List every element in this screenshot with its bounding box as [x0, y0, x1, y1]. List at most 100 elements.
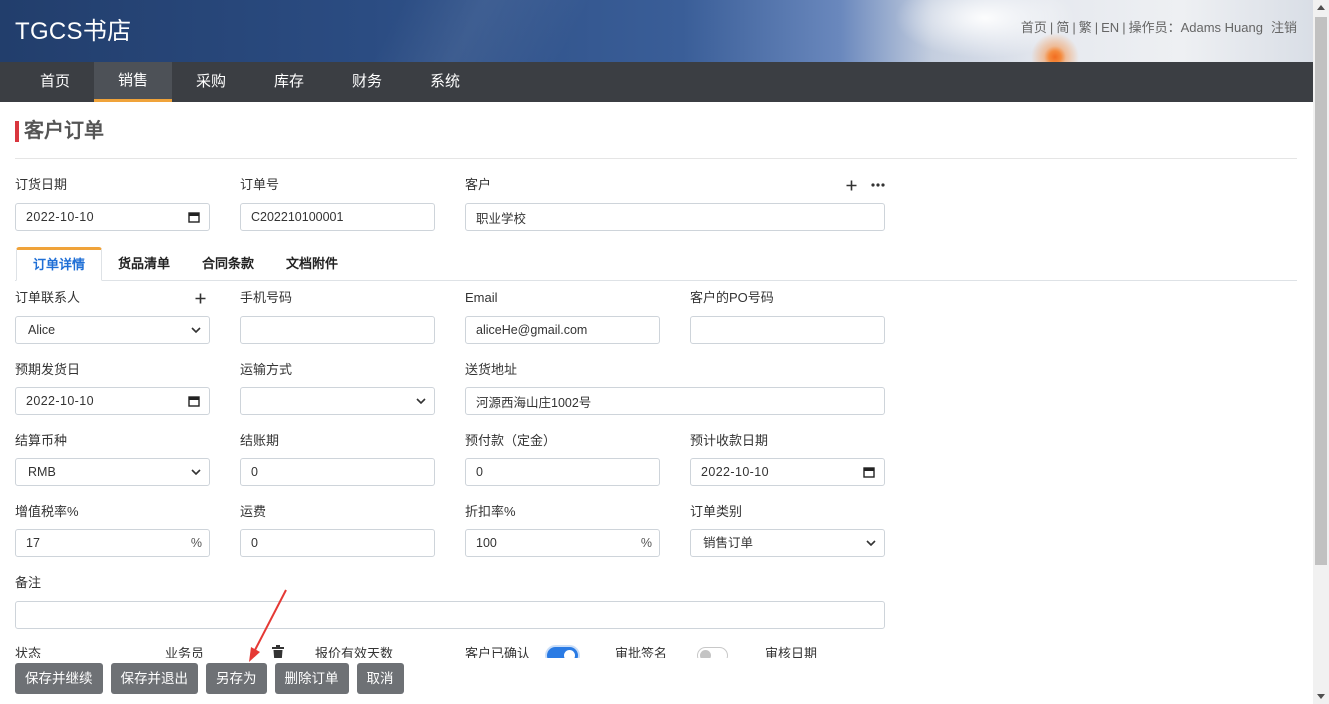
logout-link[interactable]: 注销	[1271, 20, 1297, 35]
expected-receipt-date-input[interactable]	[690, 458, 885, 486]
app-header: TGCS书店 首页 | 简 | 繁 | EN | 操作员：Adams Huang 注销	[0, 0, 1313, 62]
discount-rate-field: %	[465, 529, 660, 557]
vat-rate-label: 增值税率%	[15, 504, 79, 519]
cancel-button[interactable]: 取消	[356, 663, 404, 694]
mobile-input[interactable]	[240, 316, 435, 344]
order-type-select[interactable]: 销售订单	[690, 529, 885, 557]
status-label: 状态	[15, 646, 42, 658]
top-link-separator: |	[1072, 20, 1076, 35]
top-link-separator: |	[1122, 20, 1126, 35]
tab-order-details[interactable]: 订单详情	[16, 247, 103, 281]
nav-item-inventory[interactable]: 库存	[250, 62, 328, 102]
nav-item-home[interactable]: 首页	[16, 62, 94, 102]
calendar-icon[interactable]	[188, 211, 200, 223]
vat-rate-input[interactable]	[15, 529, 210, 557]
calendar-icon[interactable]	[863, 466, 875, 478]
approval-signature-toggle[interactable]	[697, 647, 728, 658]
approval-signature-label: 审批签名	[615, 646, 668, 658]
delivery-address-label: 送货地址	[465, 362, 518, 377]
scrollbar-thumb[interactable]	[1315, 17, 1327, 565]
plus-icon[interactable]	[846, 180, 857, 191]
expected-receipt-date-field	[690, 458, 885, 486]
shipping-method-field	[240, 387, 435, 415]
mobile-field	[240, 316, 435, 344]
expected-ship-date-label: 预期发货日	[15, 362, 81, 377]
lang-english-link[interactable]: EN	[1101, 20, 1119, 35]
discount-rate-label: 折扣率%	[465, 504, 516, 519]
order-form: 客户订单 订货日期 订单号 客户 订单详情 货品清单 合同条款 文档附件 订单联…	[0, 102, 1313, 658]
prepayment-input[interactable]	[465, 458, 660, 486]
delivery-address-input[interactable]	[465, 387, 885, 415]
app-title: TGCS书店	[15, 18, 132, 45]
order-no-label: 订单号	[240, 177, 280, 192]
freight-field	[240, 529, 435, 557]
app-window: TGCS书店 首页 | 简 | 繁 | EN | 操作员：Adams Huang 注销 首页 销售…	[0, 0, 1313, 704]
operator-label: 操作员：	[1128, 20, 1181, 35]
freight-label: 运费	[240, 504, 267, 519]
delivery-address-field	[465, 387, 885, 415]
order-date-field	[15, 203, 210, 231]
tab-item-list[interactable]: 货品清单	[102, 247, 186, 281]
customer-confirmed-toggle[interactable]	[547, 647, 578, 658]
action-bar: 保存并继续 保存并退出 另存为 删除订单 取消	[0, 658, 1313, 704]
lang-simplified-link[interactable]: 简	[1056, 20, 1069, 35]
discount-rate-input[interactable]	[465, 529, 660, 557]
review-date-label: 审核日期	[765, 646, 818, 658]
remark-field	[15, 601, 885, 629]
toggle-knob	[700, 650, 711, 658]
scroll-up-arrow-icon[interactable]	[1317, 5, 1325, 10]
freight-input[interactable]	[240, 529, 435, 557]
chevron-down-icon	[191, 327, 201, 333]
payment-term-input[interactable]	[240, 458, 435, 486]
customer-confirmed-label: 客户已确认	[465, 646, 531, 658]
payment-term-field	[240, 458, 435, 486]
email-input[interactable]	[465, 316, 660, 344]
save-exit-button[interactable]: 保存并退出	[110, 663, 198, 694]
vat-rate-field: %	[15, 529, 210, 557]
top-links: 首页 | 简 | 繁 | EN | 操作员：Adams Huang 注销	[1021, 19, 1297, 37]
save-continue-button[interactable]: 保存并继续	[15, 663, 103, 694]
scroll-down-arrow-icon[interactable]	[1317, 694, 1325, 699]
delete-order-button[interactable]: 删除订单	[274, 663, 349, 694]
shipping-method-label: 运输方式	[240, 362, 293, 377]
page-title-marker	[15, 121, 19, 142]
contact-select[interactable]: Alice	[15, 316, 210, 344]
email-field	[465, 316, 660, 344]
main-nav: 首页 销售 采购 库存 财务 系统	[0, 62, 1313, 102]
order-tabs: 订单详情 货品清单 合同条款 文档附件	[15, 247, 1297, 281]
shipping-method-select[interactable]	[240, 387, 435, 415]
order-no-input[interactable]	[240, 203, 435, 231]
top-link-separator: |	[1094, 20, 1099, 35]
top-link-home[interactable]: 首页	[1021, 20, 1047, 35]
nav-item-finance[interactable]: 财务	[328, 62, 406, 102]
calendar-icon[interactable]	[188, 395, 200, 407]
nav-item-sales[interactable]: 销售	[94, 62, 172, 102]
currency-select[interactable]: RMB	[15, 458, 210, 486]
chevron-down-icon	[416, 398, 426, 404]
order-type-field: 销售订单	[690, 529, 885, 557]
tab-attachments[interactable]: 文档附件	[270, 247, 354, 281]
contact-field: Alice	[15, 316, 210, 344]
save-as-button[interactable]: 另存为	[206, 663, 267, 694]
expected-ship-date-input[interactable]	[15, 387, 210, 415]
nav-item-system[interactable]: 系统	[406, 62, 484, 102]
trash-icon[interactable]	[272, 645, 284, 658]
percent-suffix: %	[190, 536, 202, 550]
email-label: Email	[465, 290, 498, 305]
tab-contract-terms[interactable]: 合同条款	[186, 247, 270, 281]
action-buttons: 保存并继续 保存并退出 另存为 删除订单 取消	[15, 663, 404, 694]
payment-term-label: 结账期	[240, 433, 280, 448]
page-title: 客户订单	[24, 120, 104, 142]
more-icon[interactable]	[871, 183, 885, 187]
nav-item-purchase[interactable]: 采购	[172, 62, 250, 102]
remark-input[interactable]	[15, 601, 885, 629]
lang-traditional-link[interactable]: 繁	[1079, 20, 1092, 35]
plus-icon[interactable]	[195, 293, 206, 304]
customer-field	[465, 203, 885, 231]
order-date-input[interactable]	[15, 203, 210, 231]
customer-input[interactable]	[465, 203, 885, 231]
order-date-label: 订货日期	[15, 177, 68, 192]
vertical-scrollbar[interactable]	[1313, 0, 1329, 704]
top-link-separator: |	[1049, 20, 1054, 35]
customer-po-input[interactable]	[690, 316, 885, 344]
